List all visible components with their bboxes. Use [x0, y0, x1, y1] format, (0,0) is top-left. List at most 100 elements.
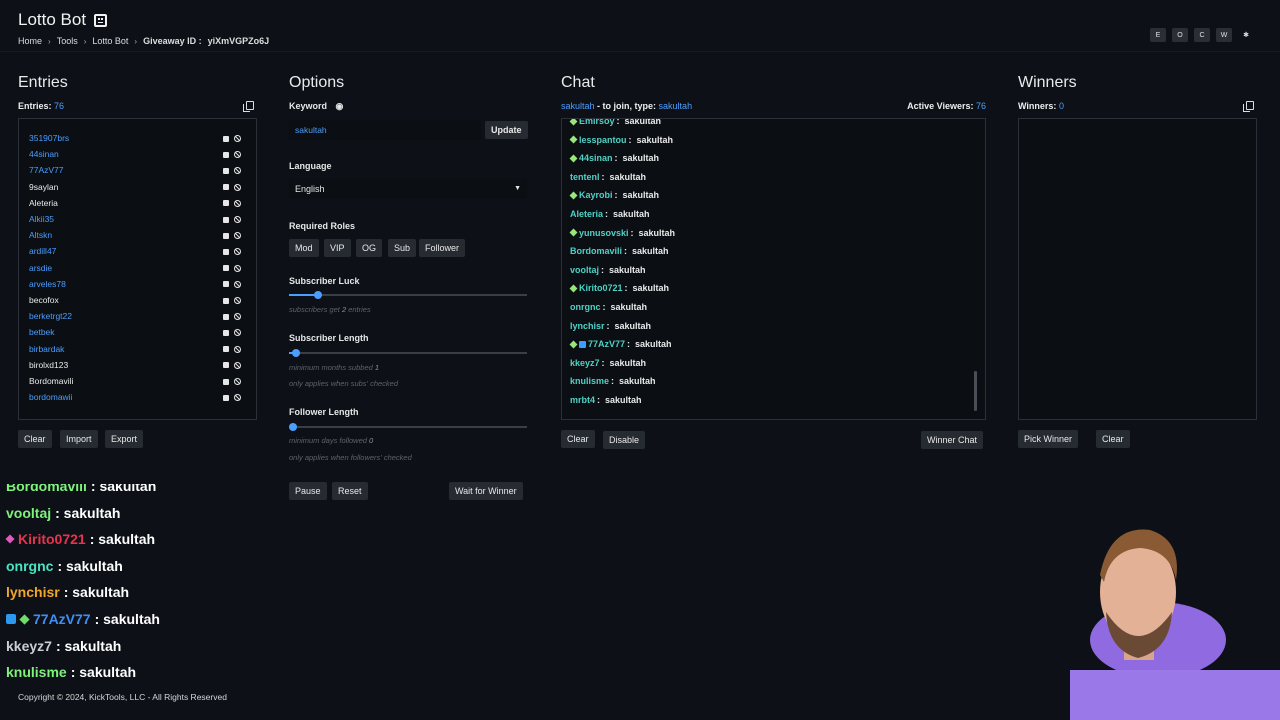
list-item[interactable]: birolxd123	[29, 358, 249, 372]
breadcrumb-tools[interactable]: Tools	[57, 36, 78, 46]
ban-icon[interactable]	[234, 313, 241, 321]
role-mod-toggle[interactable]: Mod	[289, 239, 319, 257]
ban-icon[interactable]	[234, 248, 241, 256]
list-item[interactable]: 9saylan	[29, 180, 249, 194]
list-item[interactable]: arveles78	[29, 277, 249, 291]
ban-icon[interactable]	[234, 183, 241, 191]
list-item[interactable]: arsdie	[29, 261, 249, 275]
chat-text: sakultah	[609, 264, 646, 275]
sub-luck-slider[interactable]	[289, 291, 527, 299]
list-item[interactable]: becofox	[29, 293, 249, 307]
mark-icon[interactable]	[223, 216, 229, 223]
mark-icon[interactable]	[223, 378, 229, 385]
mark-icon[interactable]	[223, 248, 229, 255]
mark-icon[interactable]	[223, 151, 229, 158]
mark-icon[interactable]	[223, 232, 229, 239]
top-button-w[interactable]: W	[1216, 28, 1232, 42]
entry-name: bordomawii	[29, 392, 73, 403]
mark-icon[interactable]	[223, 167, 229, 174]
ban-icon[interactable]	[234, 167, 241, 175]
ban-icon[interactable]	[234, 280, 241, 288]
list-item[interactable]: Altskn	[29, 228, 249, 242]
chat-disable-button[interactable]: Disable	[603, 431, 646, 449]
robot-icon	[94, 13, 108, 27]
keyword-input[interactable]: sakultah	[289, 120, 481, 140]
winners-clear-button[interactable]: Clear	[1096, 430, 1130, 448]
pick-winner-button[interactable]: Pick Winner	[1018, 430, 1079, 448]
ban-icon[interactable]	[234, 232, 241, 240]
entry-actions	[223, 313, 241, 321]
slider-thumb[interactable]	[289, 423, 297, 431]
sub-length-slider[interactable]	[289, 349, 527, 357]
ban-icon[interactable]	[234, 199, 241, 207]
top-button-o[interactable]: O	[1172, 28, 1188, 42]
list-item[interactable]: bordomawii	[29, 390, 249, 404]
chat-log[interactable]: Emirsoy: sakultah lesspantou: sakultah 44sin…	[561, 118, 986, 420]
mark-icon[interactable]	[223, 184, 229, 191]
top-button-e[interactable]: E	[1150, 28, 1166, 42]
winner-chat-button[interactable]: Winner Chat	[921, 431, 984, 449]
chat-username: 77AzV77	[588, 339, 626, 350]
copy-icon[interactable]	[243, 101, 254, 112]
chat-colon: :	[614, 190, 618, 201]
update-button[interactable]: Update	[485, 121, 528, 139]
copy-icon[interactable]	[1243, 101, 1254, 112]
breadcrumb-home[interactable]: Home	[18, 36, 42, 46]
ban-icon[interactable]	[234, 394, 241, 402]
list-item[interactable]: Bordomavili	[29, 374, 249, 388]
role-vip-toggle[interactable]: VIP	[324, 239, 351, 257]
mark-icon[interactable]	[223, 346, 229, 353]
ban-icon[interactable]	[234, 378, 241, 385]
ban-icon[interactable]	[234, 329, 241, 337]
entries-list[interactable]: 351907brs 44sinan 77AzV77 9saylan Aleteria Al…	[18, 118, 257, 420]
list-item[interactable]: betbek	[29, 325, 249, 339]
eye-icon[interactable]: ◉	[336, 101, 344, 111]
pause-button[interactable]: Pause	[289, 482, 327, 500]
list-item[interactable]: Alkii35	[29, 212, 249, 226]
list-item[interactable]: birbardak	[29, 342, 249, 356]
ban-icon[interactable]	[234, 361, 241, 369]
chat-scrollbar[interactable]	[974, 371, 977, 411]
ban-icon[interactable]	[234, 151, 241, 159]
mark-icon[interactable]	[223, 329, 229, 336]
mark-icon[interactable]	[223, 200, 229, 207]
ban-icon[interactable]	[234, 345, 241, 353]
slider-thumb[interactable]	[313, 291, 322, 299]
entries-import-button[interactable]: Import	[60, 430, 98, 448]
mark-icon[interactable]	[223, 135, 229, 142]
slider-thumb[interactable]	[292, 349, 301, 357]
mark-icon[interactable]	[223, 265, 229, 272]
reset-button[interactable]: Reset	[332, 482, 368, 500]
list-item[interactable]: Aleteria	[29, 196, 249, 210]
entries-clear-button[interactable]: Clear	[18, 430, 52, 448]
mark-icon[interactable]	[223, 297, 229, 304]
ban-icon[interactable]	[234, 135, 241, 142]
role-og-toggle[interactable]: OG	[356, 239, 383, 257]
ban-icon[interactable]	[234, 264, 241, 272]
list-item[interactable]: 351907brs	[29, 131, 249, 145]
mark-icon[interactable]	[223, 394, 229, 401]
entries-export-button[interactable]: Export	[105, 430, 144, 448]
list-item[interactable]: 44sinan	[29, 147, 249, 161]
role-follower-toggle[interactable]: Follower	[419, 239, 466, 257]
ban-icon[interactable]	[234, 297, 241, 304]
language-select[interactable]: English ▼	[289, 179, 527, 199]
breadcrumb: Home › Tools › Lotto Bot › Giveaway ID :…	[18, 36, 269, 46]
wait-for-winner-button[interactable]: Wait for Winner	[449, 482, 523, 500]
mark-icon[interactable]	[223, 281, 229, 288]
list-item[interactable]: ardill47	[29, 244, 249, 258]
follower-length-slider[interactable]	[289, 423, 527, 431]
chat-message: Kirito0721: sakultah	[569, 281, 669, 295]
keyword-label-text: Keyword	[289, 101, 328, 111]
chat-username: Kirito0721	[579, 283, 623, 294]
list-item[interactable]: berketrgt22	[29, 309, 249, 323]
mark-icon[interactable]	[223, 313, 229, 320]
theme-toggle-icon[interactable]: ✱	[1238, 28, 1254, 42]
role-sub-toggle[interactable]: Sub	[388, 239, 417, 257]
chat-clear-button[interactable]: Clear	[561, 430, 595, 448]
ban-icon[interactable]	[234, 216, 241, 223]
top-button-c[interactable]: C	[1194, 28, 1210, 42]
mark-icon[interactable]	[223, 362, 229, 369]
list-item[interactable]: 77AzV77	[29, 163, 249, 177]
breadcrumb-lotto-bot[interactable]: Lotto Bot	[92, 36, 128, 46]
